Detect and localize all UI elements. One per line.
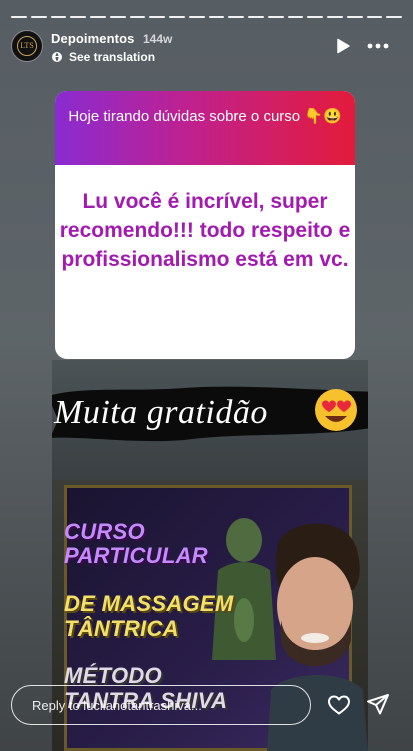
question-prompt: Hoje tirando dúvidas sobre o curso 👇😃 [55, 91, 355, 165]
poster-line: DE MASSAGEM [64, 591, 234, 616]
progress-segment [169, 16, 185, 18]
progress-segment [90, 16, 106, 18]
progress-segment [109, 16, 126, 18]
heart-icon[interactable] [327, 693, 351, 717]
reply-input[interactable] [11, 685, 311, 725]
more-icon[interactable] [366, 37, 390, 55]
progress-segment [366, 16, 383, 18]
see-translation-button[interactable]: See translation [51, 50, 155, 64]
progress-segment [346, 16, 363, 18]
avatar-logo: LTS [17, 36, 37, 56]
progress-segment [208, 16, 225, 18]
play-icon[interactable] [334, 37, 352, 55]
story-age: 144w [143, 32, 173, 46]
progress-segment [287, 16, 304, 18]
poster-line: PARTICULAR [64, 543, 208, 568]
progress-segment [50, 16, 67, 18]
avatar[interactable]: LTS [11, 30, 43, 62]
story-progress-bar [11, 16, 402, 18]
heart-eyes-emoji-icon [315, 389, 357, 431]
send-icon[interactable] [366, 692, 390, 716]
progress-segment [188, 16, 205, 18]
progress-segment [149, 16, 165, 18]
question-answer: Lu você é incrível, super recomendo!!! t… [59, 190, 351, 271]
progress-segment [228, 16, 244, 18]
progress-segment [129, 16, 146, 18]
progress-segment [327, 16, 343, 18]
progress-segment [386, 16, 402, 18]
progress-segment [11, 16, 27, 18]
translate-icon [52, 52, 62, 62]
progress-segment [70, 16, 86, 18]
progress-segment [248, 16, 264, 18]
progress-segment [307, 16, 323, 18]
poster-line: TÂNTRICA [64, 616, 179, 641]
poster-line: CURSO [64, 519, 145, 544]
see-translation-label: See translation [69, 50, 156, 64]
progress-segment [267, 16, 284, 18]
progress-segment [30, 16, 47, 18]
gratitude-banner-text: Muita gratidão [54, 394, 268, 431]
question-sticker: Hoje tirando dúvidas sobre o curso 👇😃 Lu… [55, 91, 355, 359]
account-name[interactable]: Depoimentos [51, 31, 134, 46]
story-viewer: LTS Depoimentos 144w See translation Hoj… [0, 0, 413, 751]
